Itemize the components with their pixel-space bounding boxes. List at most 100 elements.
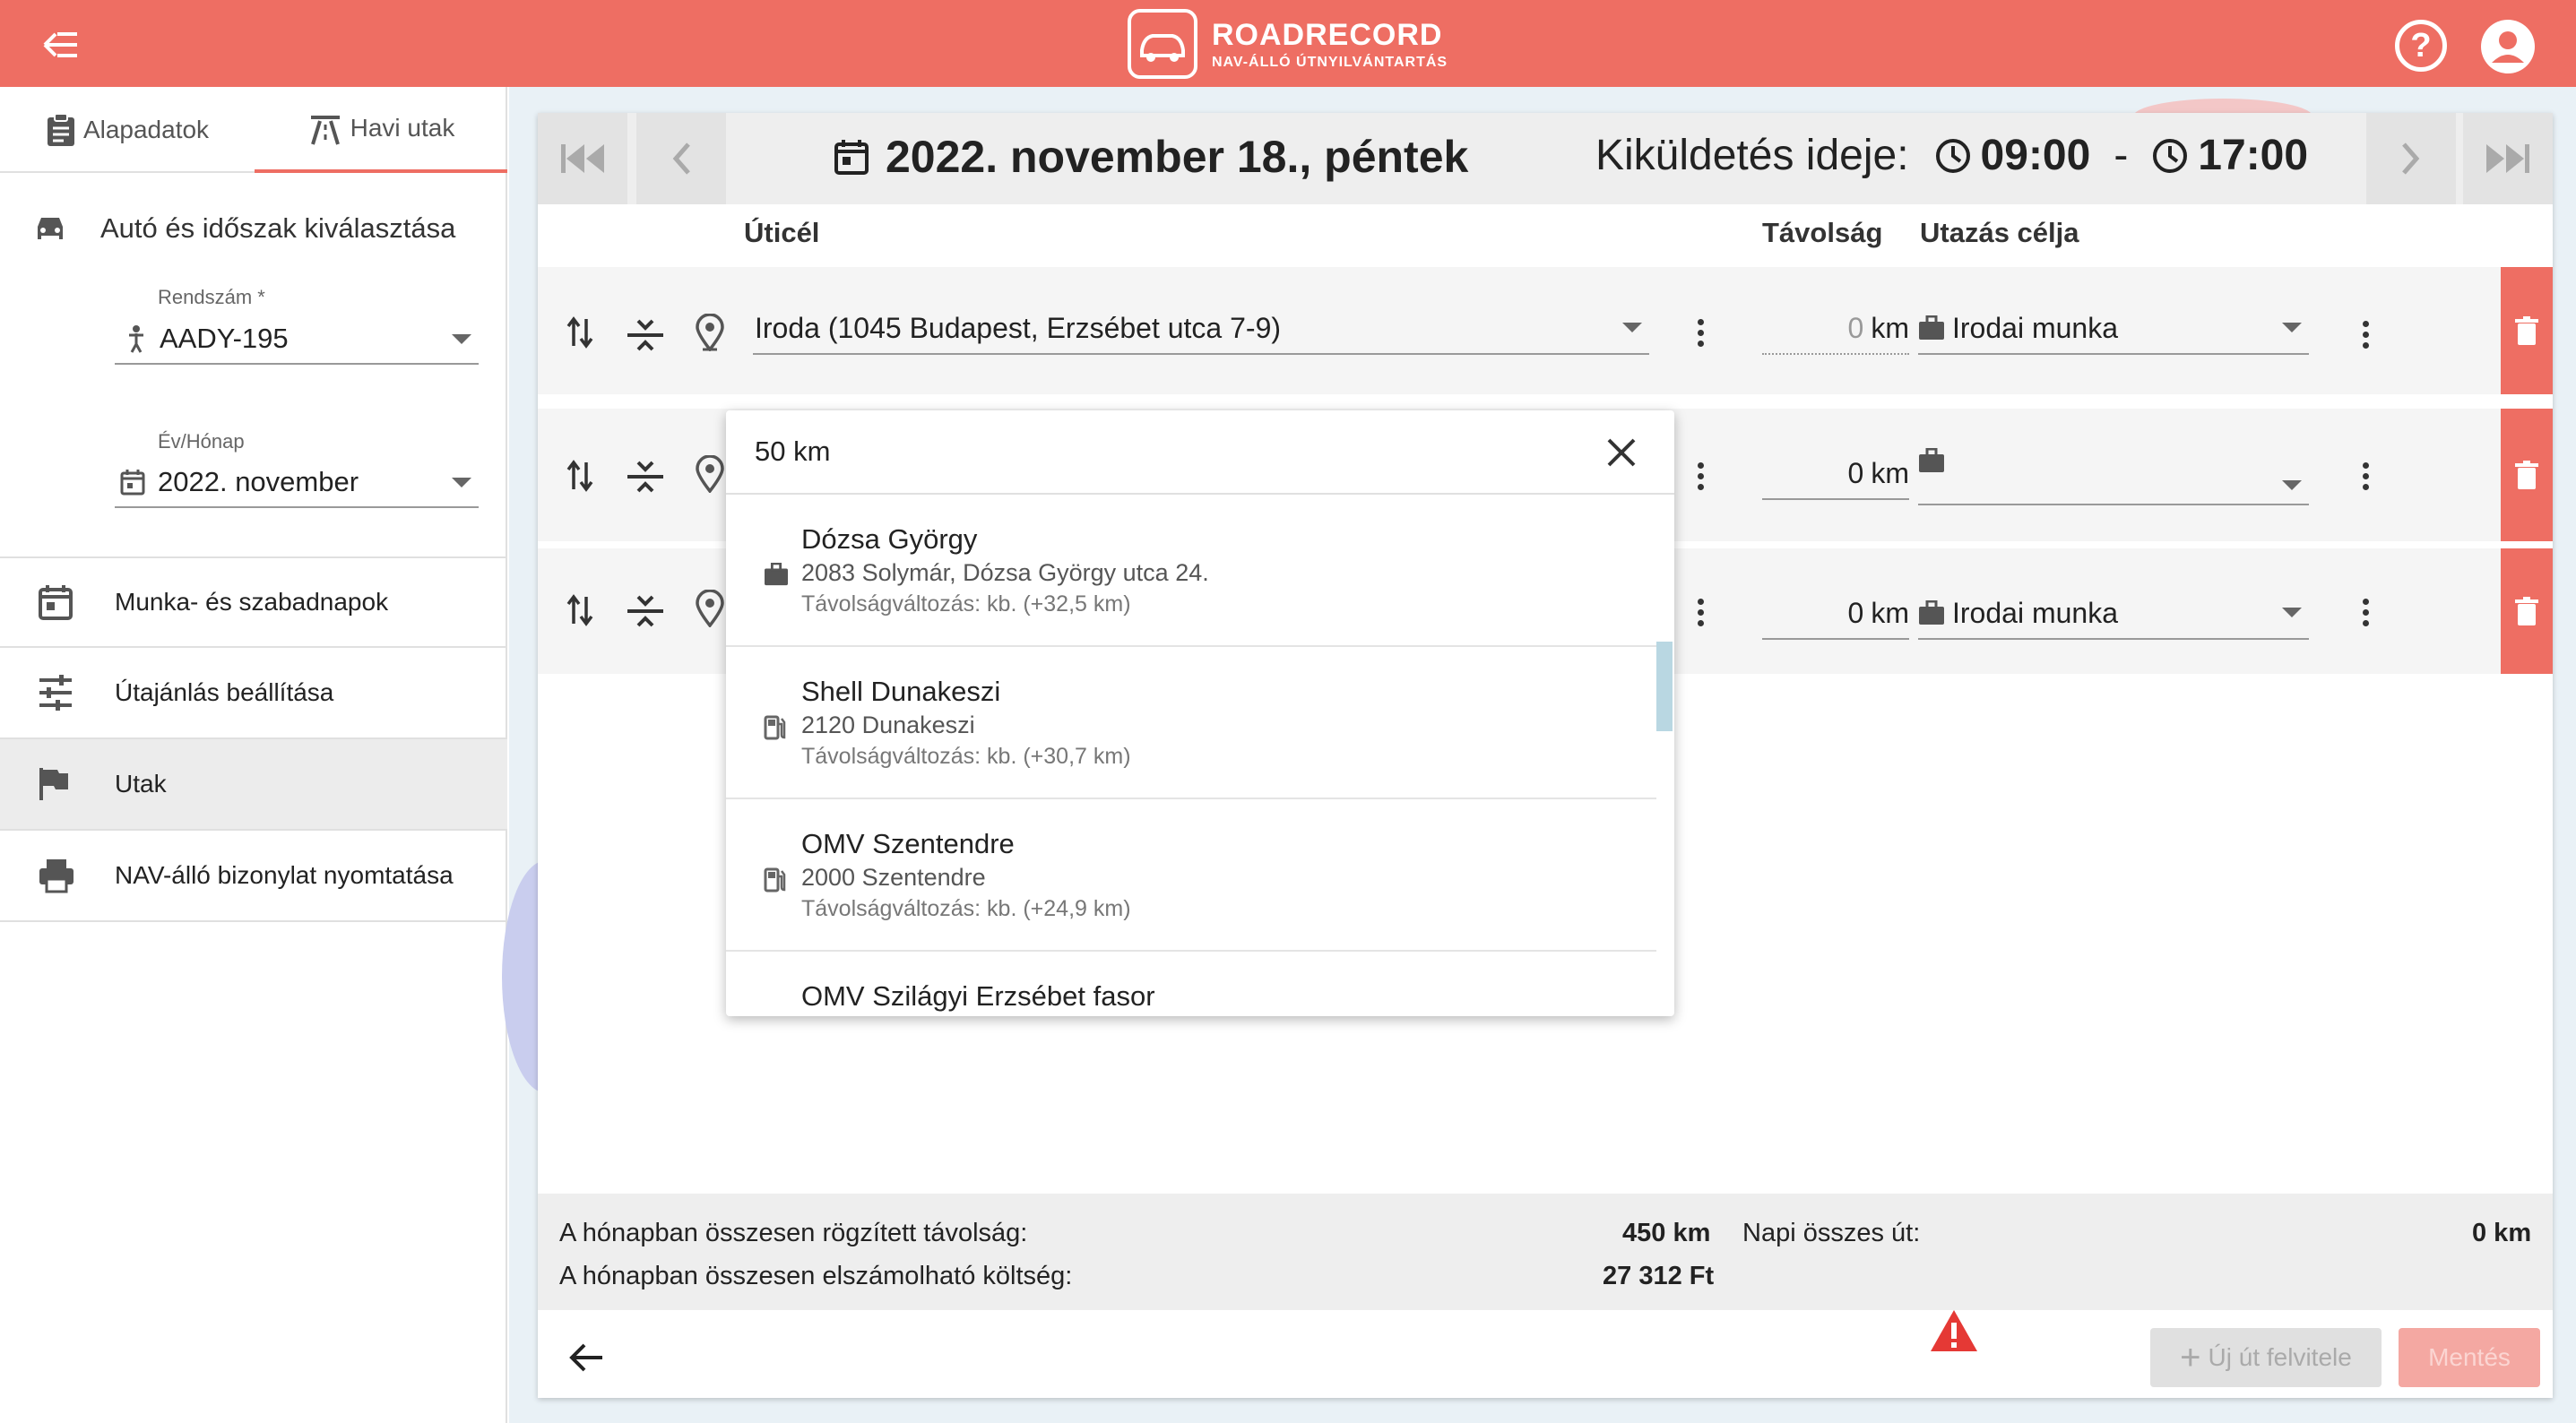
more-vert-icon[interactable] bbox=[1698, 319, 1705, 351]
delete-row-button[interactable] bbox=[2501, 409, 2553, 541]
tab-label: Havi utak bbox=[350, 114, 455, 142]
col-header-dist: Távolság bbox=[1762, 217, 1883, 248]
month-summary: A hónapban összesen rögzített távolság: … bbox=[538, 1194, 2553, 1310]
total-cost-label: A hónapban összesen elszámolható költség… bbox=[559, 1262, 1073, 1290]
delete-row-button[interactable] bbox=[2501, 267, 2553, 394]
car-icon bbox=[38, 218, 63, 239]
brand-logo[interactable]: ROADRECORD NAV-ÁLLÓ ÚTNYILVÁNTARTÁS bbox=[1128, 9, 1448, 79]
person-icon bbox=[129, 325, 143, 353]
menu-item-nyomtatas[interactable]: NAV-álló bizonylat nyomtatása bbox=[0, 831, 507, 922]
dropdown-option[interactable]: OMV Szentendre 2000 Szentendre Távolságv… bbox=[726, 801, 1656, 952]
brand-subtitle: NAV-ÁLLÓ ÚTNYILVÁNTARTÁS bbox=[1212, 54, 1448, 70]
dropdown-option[interactable]: Dózsa György 2083 Solymár, Dózsa György … bbox=[726, 496, 1656, 647]
more-vert-icon[interactable] bbox=[1698, 599, 1705, 631]
kikuldes-time: Kiküldetés ideje: 09:00 - 17:00 bbox=[1595, 131, 2309, 180]
skip-last-icon bbox=[2486, 144, 2529, 173]
plate-select[interactable]: AADY-195 bbox=[115, 315, 479, 365]
menu-item-utak[interactable]: Utak bbox=[0, 739, 507, 831]
total-cost-value: 27 312 Ft bbox=[1603, 1262, 1715, 1290]
chevron-down-icon bbox=[452, 478, 471, 487]
distance-field[interactable]: 0 km bbox=[1762, 303, 1909, 355]
more-vert-icon[interactable] bbox=[1698, 462, 1705, 495]
tab-havi-utak[interactable]: Havi utak bbox=[255, 87, 507, 173]
more-vert-icon[interactable] bbox=[2363, 599, 2370, 631]
first-day-button[interactable] bbox=[538, 113, 627, 204]
fuel-icon bbox=[764, 715, 786, 740]
clock-icon bbox=[2153, 138, 2188, 173]
card-footer: + Új út felvitele Mentés bbox=[538, 1310, 2553, 1398]
chevron-left-icon bbox=[672, 142, 690, 175]
dropdown-option[interactable]: OMV Szilágyi Erzsébet fasor bbox=[726, 953, 1656, 1016]
road-icon bbox=[310, 116, 340, 145]
fuel-icon bbox=[764, 867, 786, 893]
sliders-icon bbox=[39, 675, 72, 711]
sidebar-tabs: Alapadatok Havi utak bbox=[0, 87, 507, 173]
more-vert-icon[interactable] bbox=[2363, 321, 2370, 353]
purpose-select[interactable]: Irodai munka bbox=[1918, 303, 2309, 355]
clipboard-icon bbox=[47, 113, 74, 146]
dropdown-search-input[interactable]: 50 km bbox=[726, 410, 1674, 495]
prev-day-button[interactable] bbox=[636, 113, 726, 204]
section-title: Autó és időszak kiválasztása bbox=[32, 212, 455, 245]
warning-icon bbox=[1931, 1310, 1977, 1351]
total-distance-value: 450 km bbox=[1622, 1219, 1711, 1247]
next-day-button[interactable] bbox=[2366, 113, 2456, 204]
swap-vertical-icon[interactable] bbox=[566, 315, 593, 349]
printer-icon bbox=[39, 859, 73, 893]
close-icon[interactable] bbox=[1606, 437, 1637, 468]
daily-total-value: 0 km bbox=[2472, 1219, 2532, 1247]
distance-field[interactable]: 0 km bbox=[1762, 588, 1909, 640]
month-select[interactable]: 2022. november bbox=[115, 458, 479, 508]
menu-item-munkanapok[interactable]: Munka- és szabadnapok bbox=[0, 556, 507, 648]
flag-icon bbox=[39, 768, 68, 800]
map-marker-icon[interactable] bbox=[696, 314, 724, 351]
map-marker-icon[interactable] bbox=[696, 590, 724, 627]
account-icon[interactable] bbox=[2481, 20, 2535, 73]
top-app-bar: ROADRECORD NAV-ÁLLÓ ÚTNYILVÁNTARTÁS ? bbox=[0, 0, 2576, 87]
car-logo-icon bbox=[1128, 9, 1197, 79]
trip-row: Iroda (1045 Budapest, Erzsébet utca 7-9)… bbox=[538, 267, 2553, 394]
trash-icon bbox=[2515, 316, 2538, 345]
brand-name: ROADRECORD bbox=[1212, 17, 1443, 52]
calendar-icon bbox=[39, 585, 73, 620]
distance-field[interactable]: 0 km bbox=[1762, 448, 1909, 500]
insert-row-icon[interactable] bbox=[626, 593, 665, 629]
calendar-icon bbox=[120, 470, 145, 496]
tab-alapadatok[interactable]: Alapadatok bbox=[0, 87, 255, 173]
plus-icon: + bbox=[2180, 1338, 2201, 1377]
insert-row-icon[interactable] bbox=[626, 459, 665, 495]
help-icon[interactable]: ? bbox=[2395, 20, 2447, 72]
arrow-left-icon[interactable] bbox=[568, 1342, 604, 1373]
purpose-select[interactable] bbox=[1918, 448, 2309, 505]
dropdown-option[interactable]: Shell Dunakeszi 2120 Dunakeszi Távolságv… bbox=[726, 649, 1656, 799]
last-day-button[interactable] bbox=[2463, 113, 2553, 204]
briefcase-icon bbox=[765, 563, 788, 586]
briefcase-icon bbox=[1919, 315, 1944, 340]
plate-label: Rendszám * bbox=[158, 286, 265, 308]
chevron-down-icon bbox=[2282, 608, 2302, 617]
add-trip-button[interactable]: + Új út felvitele bbox=[2150, 1328, 2382, 1387]
destination-select[interactable]: Iroda (1045 Budapest, Erzsébet utca 7-9) bbox=[753, 303, 1649, 355]
delete-row-button[interactable] bbox=[2501, 548, 2553, 674]
trash-icon bbox=[2515, 461, 2538, 489]
time-end[interactable]: 17:00 bbox=[2198, 131, 2308, 180]
menu-item-utajanlas[interactable]: Útajánlás beállítása bbox=[0, 648, 507, 739]
swap-vertical-icon[interactable] bbox=[566, 459, 593, 493]
save-button[interactable]: Mentés bbox=[2399, 1328, 2540, 1387]
skip-first-icon bbox=[561, 144, 604, 173]
tab-label: Alapadatok bbox=[82, 116, 210, 143]
chevron-down-icon bbox=[2282, 323, 2302, 332]
purpose-select[interactable]: Irodai munka bbox=[1918, 588, 2309, 640]
swap-vertical-icon[interactable] bbox=[566, 593, 593, 627]
time-start[interactable]: 09:00 bbox=[1981, 131, 2091, 180]
dropdown-scrollbar[interactable] bbox=[1656, 642, 1673, 731]
insert-row-icon[interactable] bbox=[626, 317, 665, 353]
chevron-right-icon bbox=[2402, 142, 2420, 175]
trash-icon bbox=[2515, 597, 2538, 625]
map-marker-icon[interactable] bbox=[696, 455, 724, 493]
more-vert-icon[interactable] bbox=[2363, 462, 2370, 495]
menu-collapse-icon[interactable] bbox=[41, 27, 81, 63]
calendar-icon bbox=[834, 140, 869, 175]
date-navbar: 2022. november 18., péntek Kiküldetés id… bbox=[538, 113, 2553, 204]
col-header-purpose: Utazás célja bbox=[1920, 217, 2079, 248]
